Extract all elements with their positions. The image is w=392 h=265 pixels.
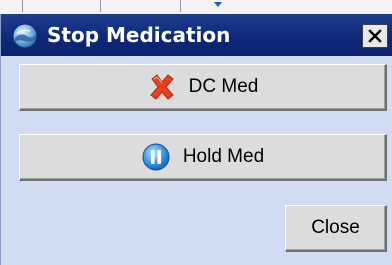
- background-sort-arrow-icon: [214, 2, 222, 7]
- pause-circle-icon: [142, 143, 170, 171]
- dialog-title: Stop Medication: [47, 23, 231, 47]
- stop-medication-dialog: Stop Medication DC Med Hold Med Close: [0, 14, 392, 265]
- hold-med-label: Hold Med: [182, 146, 265, 167]
- close-label: Close: [311, 217, 360, 238]
- close-x-button[interactable]: [362, 24, 388, 48]
- background-column-divider: [22, 0, 23, 12]
- background-column-divider: [180, 0, 181, 12]
- background-column-divider: [100, 0, 101, 12]
- app-globe-icon: [12, 23, 38, 49]
- dc-med-button[interactable]: DC Med: [19, 64, 387, 111]
- hold-med-button[interactable]: Hold Med: [19, 134, 387, 181]
- close-x-icon: [368, 29, 382, 43]
- dialog-titlebar[interactable]: Stop Medication: [1, 14, 392, 56]
- close-button[interactable]: Close: [285, 205, 387, 252]
- red-x-icon: [149, 74, 174, 100]
- background-window-strip: [0, 0, 392, 14]
- dc-med-label: DC Med: [188, 76, 259, 97]
